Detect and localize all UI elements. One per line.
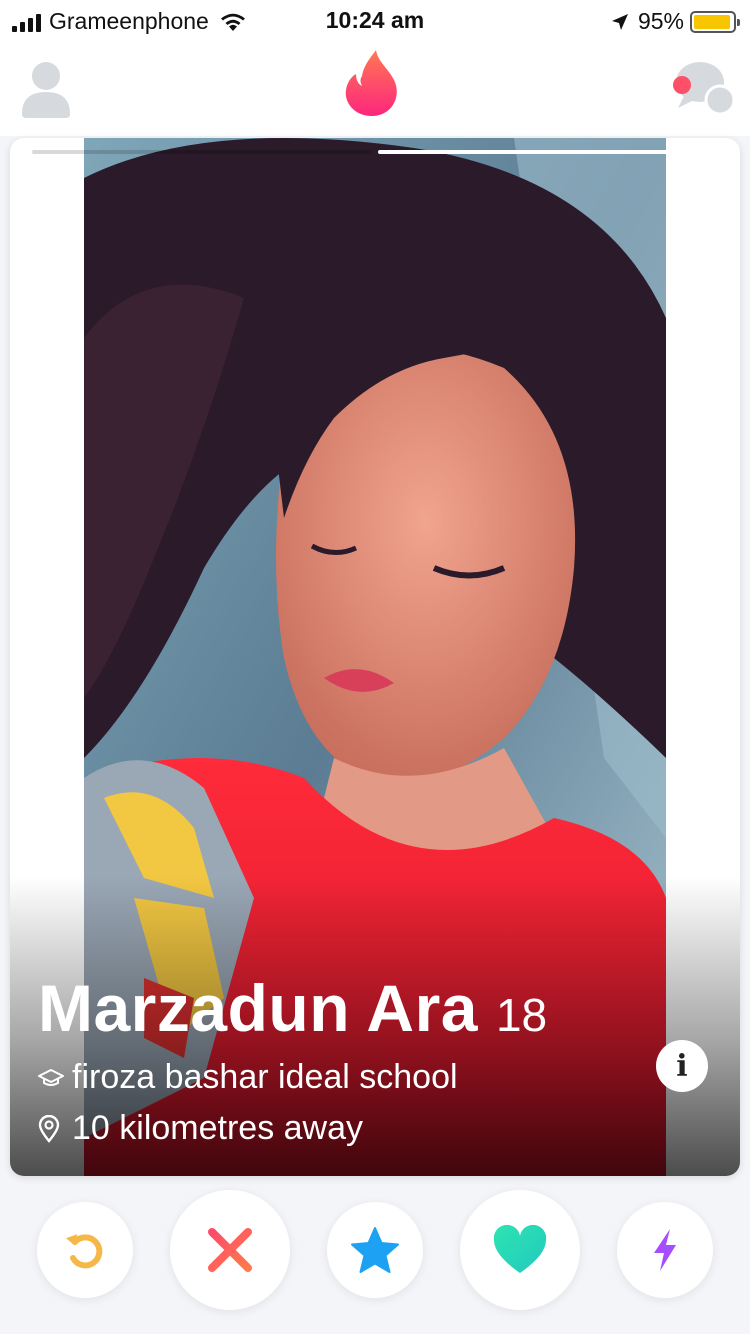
messages-icon bbox=[673, 62, 736, 116]
distance-text: 10 kilometres away bbox=[72, 1109, 364, 1147]
top-nav bbox=[0, 40, 750, 136]
like-button[interactable] bbox=[460, 1190, 580, 1310]
graduation-cap-icon bbox=[38, 1065, 64, 1091]
lightning-bolt-icon bbox=[654, 1229, 676, 1271]
rewind-icon bbox=[65, 1234, 103, 1269]
notification-dot bbox=[673, 76, 691, 94]
status-bar: Grameenphone 10:24 am 95% bbox=[0, 0, 750, 40]
battery-fill bbox=[694, 14, 731, 29]
boost-button[interactable] bbox=[617, 1202, 713, 1298]
messages-button[interactable] bbox=[670, 56, 736, 118]
profile-age: 18 bbox=[495, 989, 548, 1041]
rewind-button[interactable] bbox=[37, 1202, 133, 1298]
star-icon bbox=[351, 1227, 399, 1273]
profile-icon bbox=[22, 62, 70, 118]
super-like-button[interactable] bbox=[327, 1202, 423, 1298]
action-bar bbox=[0, 1176, 750, 1334]
battery-icon bbox=[690, 10, 740, 33]
status-right: 95% bbox=[610, 8, 740, 35]
card-info: Marzadun Ara 18 firoza bashar ideal scho… bbox=[38, 970, 678, 1148]
photo-indicator-active[interactable] bbox=[378, 150, 718, 154]
battery-percent: 95% bbox=[637, 8, 684, 34]
school-text: firoza bashar ideal school bbox=[72, 1058, 458, 1096]
info-button[interactable]: i bbox=[656, 1040, 708, 1092]
tinder-flame-icon bbox=[345, 50, 397, 116]
nope-button[interactable] bbox=[170, 1190, 290, 1310]
x-icon bbox=[208, 1228, 252, 1272]
profile-button[interactable] bbox=[20, 58, 72, 118]
profile-card[interactable]: Marzadun Ara 18 firoza bashar ideal scho… bbox=[10, 138, 740, 1176]
heart-icon bbox=[493, 1225, 547, 1273]
distance-row: 10 kilometres away bbox=[38, 1109, 678, 1148]
location-pin-icon bbox=[38, 1114, 64, 1143]
name-line: Marzadun Ara 18 bbox=[38, 970, 678, 1046]
tinder-flame-button[interactable] bbox=[342, 50, 402, 118]
profile-name: Marzadun Ara bbox=[38, 971, 478, 1045]
photo-indicator[interactable] bbox=[32, 150, 372, 154]
location-arrow-icon bbox=[611, 13, 628, 30]
photo-indicators bbox=[32, 150, 718, 156]
school-row: firoza bashar ideal school bbox=[38, 1058, 678, 1097]
